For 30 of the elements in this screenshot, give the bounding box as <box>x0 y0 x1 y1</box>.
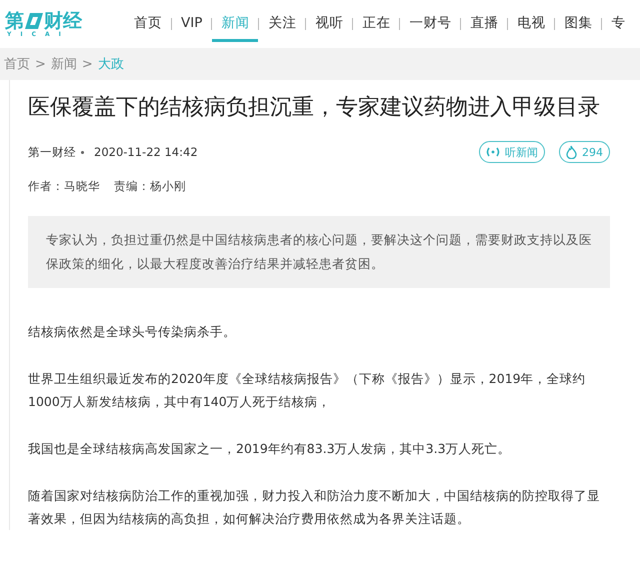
nav-tab[interactable]: 一财号 <box>400 0 460 48</box>
sound-wave-icon <box>486 147 500 157</box>
author-name: 马晓华 <box>64 179 100 193</box>
logo-mark-icon <box>24 12 44 30</box>
nav-tab[interactable]: 正在 <box>353 0 400 48</box>
separator-dot <box>81 150 84 154</box>
article-title: 医保覆盖下的结核病负担沉重，专家建议药物进入甲级目录 <box>28 94 601 122</box>
nav-tab[interactable]: 专 <box>602 0 634 48</box>
nav-tab[interactable]: 关注 <box>259 0 306 48</box>
article-source: 第一财经 <box>28 144 76 160</box>
flame-icon <box>566 145 577 159</box>
nav-tab[interactable]: VIP <box>172 0 212 48</box>
article-paragraph: 随着国家对结核病防治工作的重视加强，财力投入和防治力度不断加大，中国结核病的防控取得了显著效果，但因为结核病的高负担，如何解决治疗费用依然成为各界关注话题。 <box>28 487 601 528</box>
nav-tab[interactable]: 首页 <box>125 0 171 48</box>
logo-text: 第 <box>5 10 24 30</box>
nav-tab[interactable]: 视听 <box>306 0 352 48</box>
breadcrumb-separator: > <box>35 56 46 72</box>
editor-label: 责编： <box>114 179 150 193</box>
editor-name: 杨小刚 <box>150 179 186 193</box>
article-paragraph: 我国也是全球结核病高发国家之一，2019年约有83.3万人发病，其中3.3万人死亡。 <box>28 440 512 458</box>
nav-tab[interactable]: 电视 <box>508 0 554 48</box>
article-paragraph: 结核病依然是全球头号传染病杀手。 <box>28 323 237 341</box>
author-label: 作者： <box>28 179 64 193</box>
publish-date: 2020-11-22 14:42 <box>94 145 198 159</box>
article-paragraph: 世界卫生组织最近发布的2020年度《全球结核病报告》（下称《报告》）显示，2019年，全球约1000万人新发结核病，其中有140万人死于结核病， <box>28 370 587 411</box>
nav-tab[interactable]: 图集 <box>555 0 602 48</box>
logo-text: 财经 <box>44 10 82 30</box>
breadcrumb-separator: > <box>82 56 93 72</box>
nav-tab[interactable]: 直播 <box>461 0 508 48</box>
summary-text: 专家认为，负担过重仍然是中国结核病患者的核心问题，要解决这个问题，需要财政支持以及医保政策的细化，以最大程度改善治疗结果并减轻患者贫困。 <box>46 231 592 273</box>
